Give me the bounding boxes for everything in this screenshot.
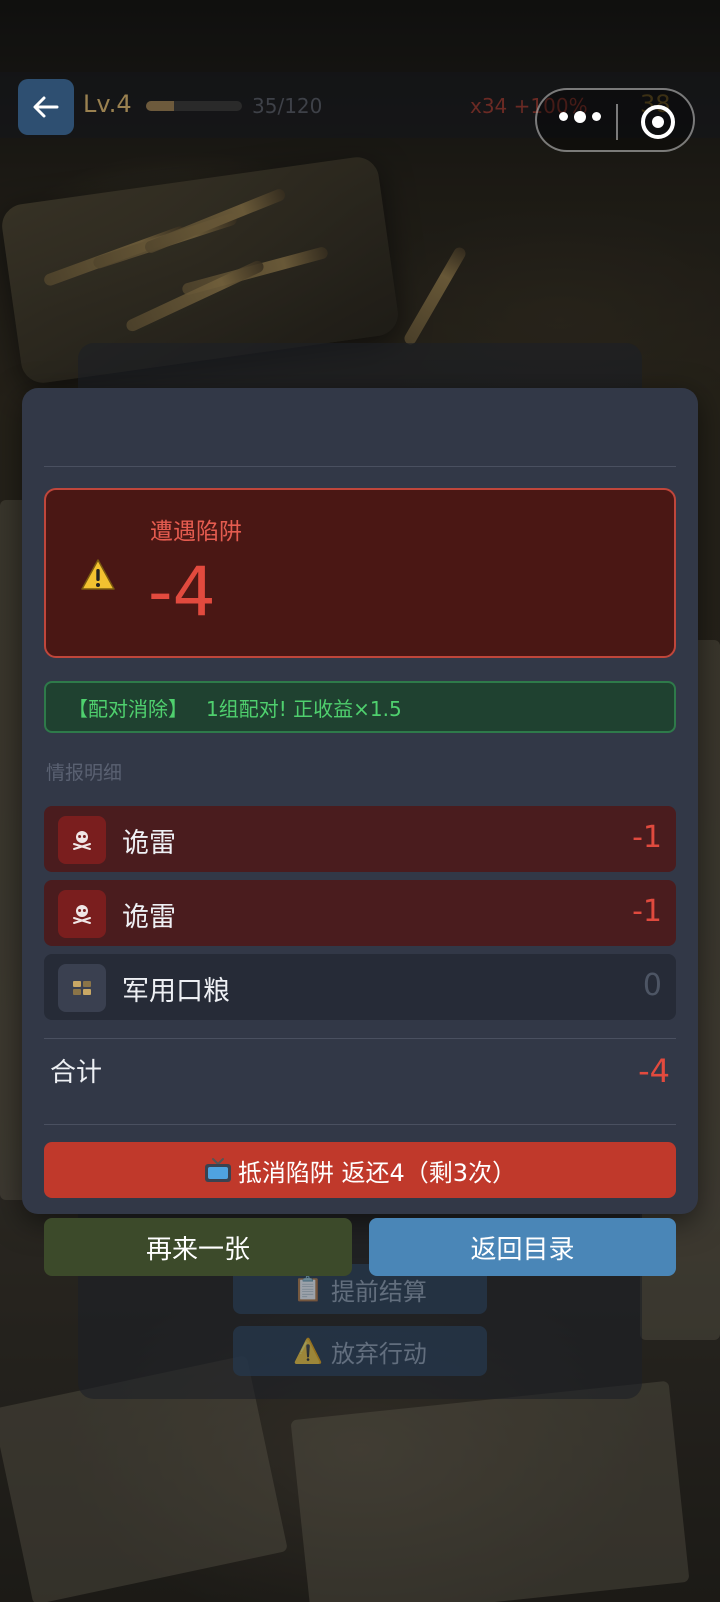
trap-title: 遭遇陷阱 <box>150 519 242 545</box>
item-name: 军用口粮 <box>122 976 230 1007</box>
skull-icon <box>58 890 106 938</box>
skull-icon <box>58 816 106 864</box>
divider <box>44 466 676 467</box>
abandon-button[interactable]: ⚠️ 放弃行动 <box>233 1326 487 1376</box>
trap-value: -4 <box>148 553 216 632</box>
detail-row: 军用口粮 0 <box>44 954 676 1020</box>
more-icon[interactable] <box>559 110 601 123</box>
trap-card: 遭遇陷阱 -4 <box>44 488 676 658</box>
return-menu-button[interactable]: 返回目录 <box>369 1218 676 1276</box>
warning-icon <box>81 559 115 590</box>
warning-icon: ⚠️ <box>293 1337 323 1365</box>
xp-text: 35/120 <box>252 94 323 118</box>
back-button[interactable] <box>18 79 74 135</box>
item-value: -1 <box>632 894 662 929</box>
clipboard-icon: 📋 <box>293 1275 323 1303</box>
settle-early-label: 提前结算 <box>330 1277 427 1306</box>
abandon-label: 放弃行动 <box>330 1339 427 1368</box>
item-name: 诡雷 <box>122 828 176 859</box>
ration-icon <box>58 964 106 1012</box>
combo-banner: 【配对消除】 1组配对! 正收益×1.5 <box>44 681 676 733</box>
miniprogram-capsule <box>535 88 695 152</box>
xp-progress-bar <box>146 101 242 111</box>
item-value: 0 <box>642 968 662 1003</box>
close-target-icon[interactable] <box>641 105 675 139</box>
draw-again-button[interactable]: 再来一张 <box>44 1218 352 1276</box>
divider <box>44 1124 676 1125</box>
total-value: -4 <box>638 1052 670 1090</box>
detail-row: 诡雷 -1 <box>44 880 676 946</box>
total-label: 合计 <box>50 1058 103 1088</box>
arrow-left-icon <box>33 96 59 118</box>
combo-text: 1组配对! 正收益×1.5 <box>206 696 402 721</box>
offset-trap-label: 抵消陷阱 返还4（剩3次） <box>237 1158 517 1187</box>
offset-trap-button[interactable]: 抵消陷阱 返还4（剩3次） <box>44 1142 676 1198</box>
item-name: 诡雷 <box>122 902 176 933</box>
tv-icon <box>204 1158 231 1182</box>
level-label: Lv.4 <box>83 90 132 118</box>
item-value: -1 <box>632 820 662 855</box>
details-label: 情报明细 <box>46 762 123 784</box>
combo-tag: 【配对消除】 <box>68 696 188 721</box>
xp-progress-fill <box>146 101 174 111</box>
detail-row: 诡雷 -1 <box>44 806 676 872</box>
divider <box>44 1038 676 1039</box>
capsule-divider <box>616 104 618 140</box>
